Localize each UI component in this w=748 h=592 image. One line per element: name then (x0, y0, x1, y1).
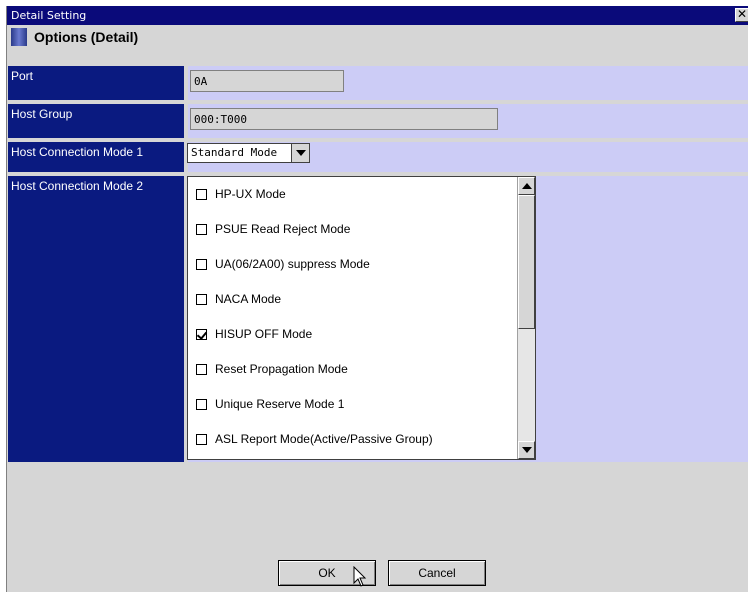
panel-icon (11, 28, 27, 46)
option-label: UA(06/2A00) suppress Mode (215, 257, 370, 271)
option-label: HP-UX Mode (215, 187, 286, 201)
option-reset-propagation-mode[interactable]: Reset Propagation Mode (196, 360, 348, 378)
option-label: Reset Propagation Mode (215, 362, 348, 376)
option-label: Unique Reserve Mode 1 (215, 397, 345, 411)
chevron-down-icon[interactable] (291, 144, 309, 162)
host-mode-2-label: Host Connection Mode 2 (8, 176, 184, 462)
scroll-down-icon[interactable] (518, 441, 535, 459)
checkbox-checked-icon[interactable] (196, 328, 207, 340)
section-header: Options (Detail) (7, 25, 748, 49)
checkbox-unchecked-icon[interactable] (196, 363, 207, 375)
option-label: PSUE Read Reject Mode (215, 222, 351, 236)
option-ua-suppress-mode[interactable]: UA(06/2A00) suppress Mode (196, 255, 370, 273)
checkbox-unchecked-icon[interactable] (196, 293, 207, 305)
vertical-scrollbar[interactable] (517, 177, 535, 459)
port-field[interactable]: 0A (190, 70, 344, 92)
mouse-pointer-icon (353, 566, 367, 587)
close-icon[interactable]: ✕ (735, 8, 748, 22)
option-label: HISUP OFF Mode (215, 327, 313, 341)
option-hisup-off-mode[interactable]: HISUP OFF Mode (196, 325, 312, 343)
port-label: Port (8, 66, 184, 100)
checkbox-unchecked-icon[interactable] (196, 188, 207, 200)
host-mode-1-select[interactable]: Standard Mode (187, 143, 310, 163)
option-psue-read-reject-mode[interactable]: PSUE Read Reject Mode (196, 220, 350, 238)
cancel-button[interactable]: Cancel (388, 560, 486, 586)
section-title: Options (Detail) (34, 29, 139, 45)
option-label: NACA Mode (215, 292, 282, 306)
scroll-up-icon[interactable] (518, 177, 535, 195)
checkbox-unchecked-icon[interactable] (196, 398, 207, 410)
checkbox-unchecked-icon[interactable] (196, 223, 207, 235)
option-label: ASL Report Mode(Active/Passive Group) (215, 432, 433, 446)
checkbox-unchecked-icon[interactable] (196, 258, 207, 270)
option-unique-reserve-mode-1[interactable]: Unique Reserve Mode 1 (196, 395, 344, 413)
host-mode-2-list[interactable]: HP-UX Mode PSUE Read Reject Mode UA(06/2… (187, 176, 536, 460)
checkbox-unchecked-icon[interactable] (196, 433, 207, 445)
host-group-label: Host Group (8, 104, 184, 138)
host-group-field[interactable]: 000:T000 (190, 108, 498, 130)
window-title: Detail Setting (11, 9, 87, 22)
option-hp-ux-mode[interactable]: HP-UX Mode (196, 185, 286, 203)
host-mode-1-selected: Standard Mode (191, 146, 278, 159)
title-bar: Detail Setting ✕ (7, 6, 748, 25)
scroll-thumb[interactable] (518, 195, 535, 329)
option-naca-mode[interactable]: NACA Mode (196, 290, 281, 308)
host-mode-1-label: Host Connection Mode 1 (8, 142, 184, 172)
option-asl-report-mode[interactable]: ASL Report Mode(Active/Passive Group) (196, 430, 433, 448)
